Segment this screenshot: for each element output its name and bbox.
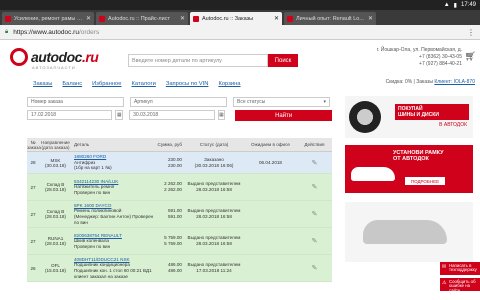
- more-menu-icon[interactable]: ⋮: [467, 28, 475, 37]
- calendar-icon[interactable]: ▦: [217, 110, 226, 120]
- support-button[interactable]: ✉ Написать в техподдержку: [440, 262, 480, 275]
- lock-icon: 🔒︎: [5, 28, 9, 35]
- calendar-icon[interactable]: ▦: [115, 110, 124, 120]
- favicon-icon: [193, 15, 199, 22]
- user-info: Скидка: 0% | Заказы Клиент: IOLA-870: [385, 79, 475, 85]
- order-number-input[interactable]: Номер заказа: [27, 97, 124, 107]
- date-to-input[interactable]: 30.03.2018: [129, 110, 215, 120]
- close-icon[interactable]: ✕: [368, 15, 373, 22]
- search-button[interactable]: Поиск: [268, 54, 298, 67]
- url-text[interactable]: https://www.autodoc.ru/orders: [13, 29, 462, 36]
- order-filters: Номер заказа Артикул Все статусы ▾ 17.02.…: [27, 97, 332, 124]
- favicon-icon: [5, 15, 11, 22]
- edit-pencil-icon[interactable]: ✎: [297, 183, 332, 191]
- browser-tab-active[interactable]: Autodoc.ru :: Заказы ✕: [190, 12, 282, 25]
- logo-mark-icon: [10, 48, 28, 66]
- site-logo[interactable]: autodoc.ru АВТОЗАПЧАСТИ: [10, 48, 99, 70]
- main-nav: Заказы Баланс Избранное Каталоги Запросы…: [0, 78, 480, 90]
- close-icon[interactable]: ✕: [180, 15, 185, 22]
- chat-icon: ✉: [442, 264, 447, 270]
- site-header: autodoc.ru АВТОЗАПЧАСТИ Введите номер де…: [0, 41, 480, 75]
- article-input[interactable]: Артикул: [130, 97, 227, 107]
- edit-pencil-icon[interactable]: ✎: [297, 264, 332, 272]
- orders-table: № заказа Направление (дата заказа) Детал…: [27, 138, 332, 282]
- favicon-icon: [287, 15, 293, 22]
- report-error-button[interactable]: ⚠ Сообщить об ошибке на сайте: [440, 278, 480, 293]
- nav-cart[interactable]: Корзина: [218, 81, 240, 87]
- table-row: 27 RUNA1 (28.03.18) 8200638754 RENAULT Шки…: [27, 228, 332, 255]
- car-image: [363, 220, 447, 244]
- edit-pencil-icon[interactable]: ✎: [297, 210, 332, 218]
- edit-pencil-icon[interactable]: ✎: [297, 237, 332, 245]
- cart-icon[interactable]: 🛒︎: [465, 51, 476, 62]
- search-input[interactable]: Введите номер детали по артикулу: [128, 54, 268, 67]
- nav-favorites[interactable]: Избранное: [92, 81, 121, 87]
- table-row: 27 Склад В (28.03.18) 5342114230 INA/LUK Н…: [27, 174, 332, 201]
- browser-tab[interactable]: Усиление, ремонт рамы и... ✕: [2, 12, 94, 25]
- tyres-banner[interactable]: ПОКУПАЙ ШИНЫ И ДИСКИ В АВТОДОК: [345, 96, 473, 138]
- address-bar[interactable]: 🔒︎ https://www.autodoc.ru/orders ⋮: [0, 25, 480, 40]
- status-bar: ▲ ▮ 17:49: [0, 0, 480, 10]
- edit-pencil-icon[interactable]: ✎: [297, 159, 332, 167]
- nav-vin-requests[interactable]: Запросы по VIN: [166, 81, 209, 87]
- tab-bar: Усиление, ремонт рамы и... ✕ Autodoc.ru :…: [0, 10, 480, 25]
- contact-info: г. Йошкар-Ола, ул. Первомайская, д. +7 (…: [376, 47, 462, 67]
- nav-catalogs[interactable]: Каталоги: [132, 81, 156, 87]
- nav-orders[interactable]: Заказы: [33, 81, 52, 87]
- browser-tab[interactable]: Autodoc.ru :: Прайс-лист ✕: [96, 12, 188, 25]
- close-icon[interactable]: ✕: [274, 15, 279, 22]
- table-header: № заказа Направление (дата заказа) Детал…: [27, 138, 332, 152]
- signal-icon: ▲: [443, 2, 450, 8]
- nav-balance[interactable]: Баланс: [62, 81, 82, 87]
- favicon-icon: [99, 15, 105, 22]
- table-row: 28 MSK (30.03.18) 1880260 FORD Антифриз (1б…: [27, 152, 332, 174]
- browser-tab[interactable]: Личный опыт: Renault Lo... ✕: [284, 12, 376, 25]
- chevron-down-icon: ▾: [323, 99, 326, 105]
- date-from-input[interactable]: 17.02.2018: [27, 110, 113, 120]
- more-button[interactable]: ПОДРОБНЕЕ: [405, 177, 445, 185]
- car-image: [351, 167, 395, 181]
- table-row: 26 OFL (15.03.18) 408DHT11/DDUCC21 NSK Под…: [27, 255, 332, 282]
- clock: 17:49: [460, 2, 476, 8]
- tyre-image: [349, 101, 381, 133]
- find-button[interactable]: Найти: [235, 110, 332, 121]
- status-select[interactable]: Все статусы ▾: [233, 97, 330, 107]
- car-banner[interactable]: [345, 202, 473, 262]
- frame-banner[interactable]: УСТАНОВИ РАМКУ ОТ АВТОДОК ПОДРОБНЕЕ: [345, 145, 473, 193]
- warning-icon: ⚠: [442, 280, 447, 286]
- close-icon[interactable]: ✕: [86, 15, 91, 22]
- client-code[interactable]: Клиент: IOLA-870: [434, 79, 475, 85]
- table-row: 27 Склад В (28.03.18) 6PK 1600 DAYCO Ремен…: [27, 201, 332, 228]
- battery-icon: ▮: [453, 2, 457, 9]
